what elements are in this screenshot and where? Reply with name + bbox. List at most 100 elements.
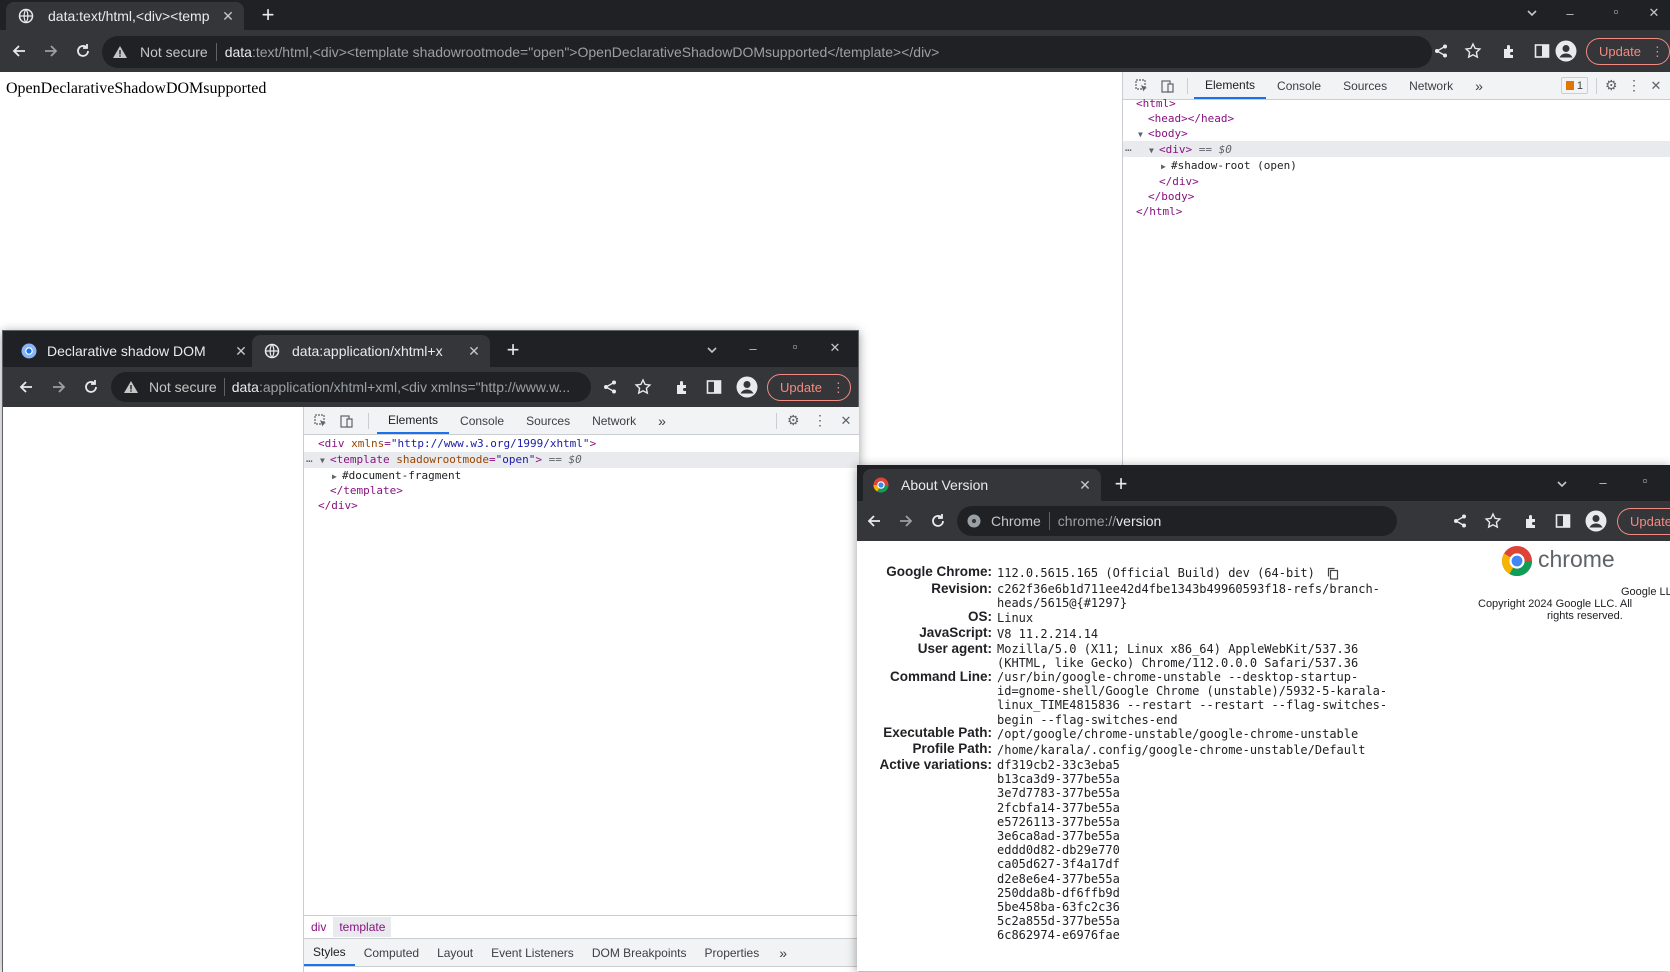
inspect-element-icon[interactable] <box>308 413 334 428</box>
tab-search-chevron-icon[interactable] <box>1525 6 1545 20</box>
minimize-icon[interactable]: – <box>1562 6 1578 21</box>
device-toolbar-icon[interactable] <box>1155 79 1181 93</box>
reload-icon[interactable] <box>927 510 949 532</box>
side-panel-icon[interactable] <box>1532 41 1552 61</box>
back-icon[interactable] <box>863 510 885 532</box>
security-label[interactable]: Not secure <box>134 44 208 60</box>
dom-template-open[interactable]: ▼ <template shadowrootmode="open"> == $0 <box>320 453 582 466</box>
profile-avatar[interactable] <box>735 375 759 399</box>
share-icon[interactable] <box>1432 42 1450 60</box>
close-devtools-icon[interactable]: ✕ <box>1645 78 1667 94</box>
extensions-icon[interactable] <box>1500 41 1520 61</box>
reload-icon[interactable] <box>80 376 102 398</box>
inspect-element-icon[interactable] <box>1129 78 1155 93</box>
tab-elements[interactable]: Elements <box>377 407 450 434</box>
second-active-tab[interactable]: data:application/xhtml+x ✕ <box>252 335 490 367</box>
back-icon[interactable] <box>15 376 37 398</box>
extensions-icon[interactable] <box>673 377 693 397</box>
maximize-icon[interactable]: ▫ <box>1637 473 1653 488</box>
warning-icon[interactable] <box>112 44 134 60</box>
tab-event-listeners[interactable]: Event Listeners <box>482 939 583 966</box>
extensions-icon[interactable] <box>1522 511 1542 531</box>
dom-html-open[interactable]: <html> <box>1136 97 1176 110</box>
security-label[interactable]: Not secure <box>143 379 217 395</box>
close-devtools-icon[interactable]: ✕ <box>833 413 859 429</box>
bookmark-star-icon[interactable] <box>1483 511 1503 531</box>
tab-declarative-shadow-dom[interactable]: Declarative shadow DOM ✕ <box>21 335 251 367</box>
profile-avatar[interactable] <box>1584 509 1608 533</box>
bookmark-star-icon[interactable] <box>633 377 653 397</box>
side-panel-icon[interactable] <box>704 377 724 397</box>
dom-row-ellipsis[interactable]: … <box>1125 141 1132 154</box>
chrome-site-icon[interactable] <box>967 514 987 528</box>
collapsed-triangle-icon[interactable]: ▶ <box>1161 162 1171 171</box>
forward-icon[interactable] <box>40 40 62 62</box>
reload-icon[interactable] <box>72 40 94 62</box>
tab-search-chevron-icon[interactable] <box>1555 477 1575 491</box>
issues-badge[interactable]: 1 <box>1560 77 1588 94</box>
more-tabs-icon[interactable]: » <box>768 939 798 966</box>
tab-network[interactable]: Network <box>581 407 647 434</box>
warning-icon[interactable] <box>123 379 143 395</box>
update-button[interactable]: Update <box>1617 508 1670 535</box>
dom-div-close[interactable]: </div> <box>1159 175 1199 188</box>
dom-body-open[interactable]: ▼ <body> <box>1138 127 1188 140</box>
devtools-menu-icon[interactable]: ⋮ <box>1623 77 1645 94</box>
update-button[interactable]: Update ⋮ <box>767 374 851 401</box>
close-window-icon[interactable]: ✕ <box>1646 5 1662 21</box>
tab-console[interactable]: Console <box>449 407 515 434</box>
forward-icon[interactable] <box>48 376 70 398</box>
tab-search-chevron-icon[interactable] <box>705 343 725 357</box>
new-tab-button[interactable]: + <box>258 2 278 28</box>
gear-icon[interactable]: ⚙ <box>1605 77 1623 94</box>
close-tab-icon[interactable]: ✕ <box>1075 477 1095 494</box>
dom-shadow-root[interactable]: ▶ #shadow-root (open) <box>1161 159 1297 172</box>
expand-triangle-icon[interactable]: ▼ <box>1149 146 1159 155</box>
expand-triangle-icon[interactable]: ▼ <box>320 456 330 465</box>
gear-icon[interactable]: ⚙ <box>787 412 807 429</box>
copy-icon[interactable] <box>1327 567 1339 580</box>
close-tab-icon[interactable]: ✕ <box>218 8 238 25</box>
devtools-menu-icon[interactable]: ⋮ <box>807 412 833 429</box>
new-tab-button[interactable]: + <box>503 335 523 365</box>
tab-elements[interactable]: Elements <box>1194 72 1267 99</box>
minimize-icon[interactable]: – <box>1595 475 1611 490</box>
update-button[interactable]: Update ⋮ <box>1586 38 1670 65</box>
breadcrumb-template[interactable]: template <box>333 917 392 937</box>
menu-kebab-icon[interactable]: ⋮ <box>832 380 845 396</box>
breadcrumb-div[interactable]: div <box>304 920 333 934</box>
side-panel-icon[interactable] <box>1553 511 1573 531</box>
new-tab-button[interactable]: + <box>1111 469 1131 499</box>
about-version-tab[interactable]: About Version ✕ <box>863 469 1101 501</box>
dom-body-close[interactable]: </body> <box>1148 190 1194 203</box>
tab-styles[interactable]: Styles <box>304 939 355 966</box>
tab-computed[interactable]: Computed <box>355 939 428 966</box>
minimize-icon[interactable]: – <box>745 341 761 356</box>
bookmark-star-icon[interactable] <box>1463 41 1483 61</box>
dom-head[interactable]: <head></head> <box>1148 112 1234 125</box>
dom-div-close[interactable]: </div> <box>318 499 358 512</box>
more-tabs-icon[interactable]: » <box>1464 72 1494 99</box>
maximize-icon[interactable]: ▫ <box>1608 4 1624 19</box>
collapsed-triangle-icon[interactable]: ▶ <box>332 472 342 481</box>
dom-div-xmlns[interactable]: <div xmlns="http://www.w3.org/1999/xhtml… <box>318 437 596 450</box>
expand-triangle-icon[interactable]: ▼ <box>1138 130 1148 139</box>
tab-sources[interactable]: Sources <box>515 407 581 434</box>
tab-layout[interactable]: Layout <box>428 939 482 966</box>
tab-properties[interactable]: Properties <box>696 939 769 966</box>
chrome-chip[interactable]: Chrome <box>987 513 1041 529</box>
address-bar[interactable]: Chrome chrome:// version <box>957 506 1397 536</box>
main-tab[interactable]: data:text/html,<div><temp ✕ <box>6 2 244 30</box>
tab-console[interactable]: Console <box>1266 72 1332 99</box>
dom-document-fragment[interactable]: ▶ #document-fragment <box>332 469 461 482</box>
profile-avatar[interactable] <box>1554 39 1578 63</box>
address-bar[interactable]: Not secure data :application/xhtml+xml,<… <box>111 372 591 402</box>
share-icon[interactable] <box>1451 512 1469 530</box>
more-tabs-icon[interactable]: » <box>647 407 677 434</box>
share-icon[interactable] <box>601 378 619 396</box>
dom-div-open[interactable]: ▼ <div> == $0 <box>1149 143 1232 156</box>
maximize-icon[interactable]: ▫ <box>787 339 803 354</box>
address-bar[interactable]: Not secure data :text/html,<div><templat… <box>102 36 1432 68</box>
close-tab-icon[interactable]: ✕ <box>231 343 251 360</box>
close-tab-icon[interactable]: ✕ <box>464 343 484 360</box>
